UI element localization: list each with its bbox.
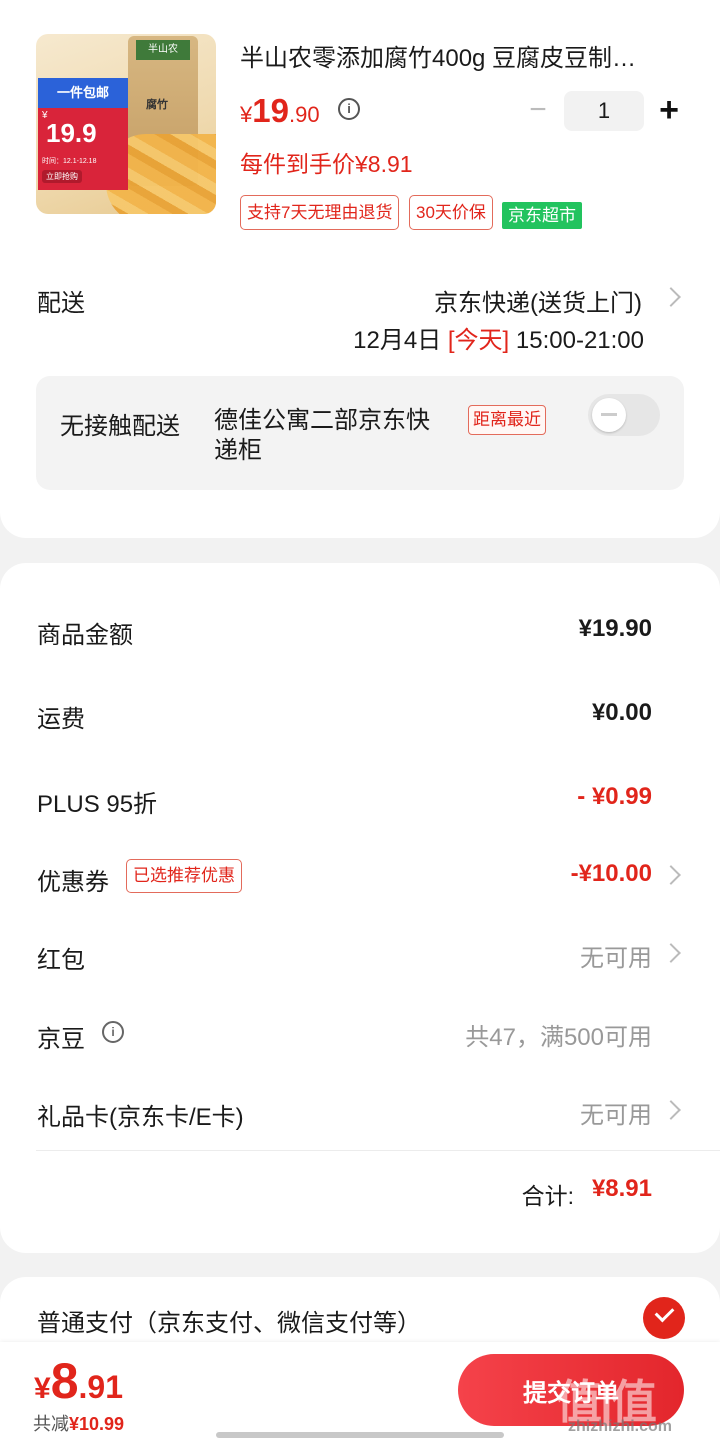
- jd-beans-value: 共47，满500可用: [465, 1024, 652, 1051]
- promo-free-shipping: 一件包邮: [38, 78, 128, 108]
- contactless-toggle[interactable]: [588, 394, 660, 436]
- chevron-right-icon[interactable]: [661, 287, 681, 307]
- bag-brand-label: 半山农: [136, 40, 190, 60]
- bag-name-label: 腐竹: [146, 99, 168, 111]
- promo-date: 时间：12.1-12.18: [42, 158, 97, 165]
- price-protection-tag: 30天价保: [409, 195, 493, 230]
- product-image[interactable]: 半山农 腐竹 一件包邮 ¥ 19.9 时间：12.1-12.18 立即抢购: [36, 34, 216, 214]
- promo-price-value: 19.9: [46, 118, 97, 148]
- gift-card-value[interactable]: 无可用: [580, 1095, 652, 1130]
- delivery-label: 配送: [37, 290, 85, 317]
- delivery-time[interactable]: 12月4日 [今天] 15:00-21:00: [353, 320, 644, 355]
- quantity-decrease-button[interactable]: −: [522, 95, 554, 126]
- delivery-date: 12月4日: [353, 327, 442, 354]
- red-packet-value[interactable]: 无可用: [580, 938, 652, 973]
- product-price: ¥19.90: [240, 92, 320, 130]
- saved-amount: ¥10.99: [69, 1414, 125, 1434]
- coupon-value[interactable]: -¥10.00: [571, 860, 652, 888]
- product-title[interactable]: 半山农零添加腐竹400g 豆腐皮豆制…: [240, 38, 680, 73]
- plus-discount-value: - ¥0.99: [577, 783, 652, 810]
- price-decimal: .90: [288, 102, 320, 127]
- total-value: ¥8.91: [591, 1175, 652, 1202]
- final-price-decimal: .91: [78, 1369, 123, 1405]
- final-price-currency: ¥: [34, 1372, 51, 1405]
- checkmark-icon[interactable]: [643, 1297, 685, 1339]
- nearest-tag: 距离最近: [468, 405, 546, 435]
- red-packet-label[interactable]: 红包: [37, 940, 85, 975]
- payment-method-label[interactable]: 普通支付（京东支付、微信支付等）: [37, 1303, 421, 1338]
- final-price-integer: 8: [50, 1353, 79, 1409]
- price-integer: 19: [252, 92, 289, 129]
- gift-card-label[interactable]: 礼品卡(京东卡/E卡): [37, 1097, 244, 1132]
- goods-amount-value: ¥19.90: [578, 615, 652, 642]
- watermark-site: zhizhizhi.com: [568, 1418, 672, 1435]
- price-info-icon[interactable]: i: [338, 98, 360, 120]
- price-currency: ¥: [240, 102, 253, 127]
- delivery-method[interactable]: 京东快递(送货上门): [434, 283, 642, 318]
- goods-amount-label: 商品金额: [37, 622, 133, 649]
- jd-beans-label: 京豆: [37, 1026, 85, 1053]
- jd-beans-info-icon[interactable]: i: [102, 1021, 124, 1043]
- delivery-timeslot: 15:00-21:00: [515, 327, 644, 354]
- plus-discount-label: PLUS 95折: [37, 791, 158, 818]
- shipping-value: ¥0.00: [591, 699, 652, 726]
- promo-price-badge: ¥ 19.9 时间：12.1-12.18 立即抢购: [38, 108, 128, 190]
- coupon-label[interactable]: 优惠券: [37, 862, 109, 897]
- total-label: 合计:: [521, 1183, 574, 1209]
- checkout-bar: ¥8.91 共减¥10.99 提交订单 值|值 zhizhizhi.com: [0, 1342, 720, 1440]
- summary-divider: [36, 1150, 720, 1151]
- per-item-price: 每件到手价¥8.91: [240, 151, 413, 177]
- promo-buy: 立即抢购: [42, 170, 82, 183]
- shipping-label: 运费: [37, 706, 85, 733]
- product-card: 半山农 腐竹 一件包邮 ¥ 19.9 时间：12.1-12.18 立即抢购 半山…: [0, 0, 720, 538]
- jd-supermarket-tag: 京东超市: [502, 202, 582, 229]
- toggle-knob: [592, 398, 626, 432]
- return-policy-tag: 支持7天无理由退货: [240, 195, 400, 230]
- total-saved: 共减¥10.99: [33, 1410, 124, 1436]
- final-price: ¥8.91: [34, 1352, 123, 1410]
- home-indicator[interactable]: [216, 1432, 504, 1438]
- contactless-label: 无接触配送: [60, 413, 180, 440]
- delivery-today: [今天]: [447, 327, 510, 354]
- coupon-recommended-tag[interactable]: 已选推荐优惠: [126, 859, 242, 893]
- quantity-input[interactable]: [564, 91, 644, 131]
- quantity-increase-button[interactable]: +: [652, 93, 686, 128]
- saved-label: 共减: [33, 1414, 69, 1434]
- contactless-delivery-box: 无接触配送 德佳公寓二部京东快递柜 距离最近: [36, 376, 684, 490]
- locker-address: 德佳公寓二部京东快递柜: [214, 407, 430, 464]
